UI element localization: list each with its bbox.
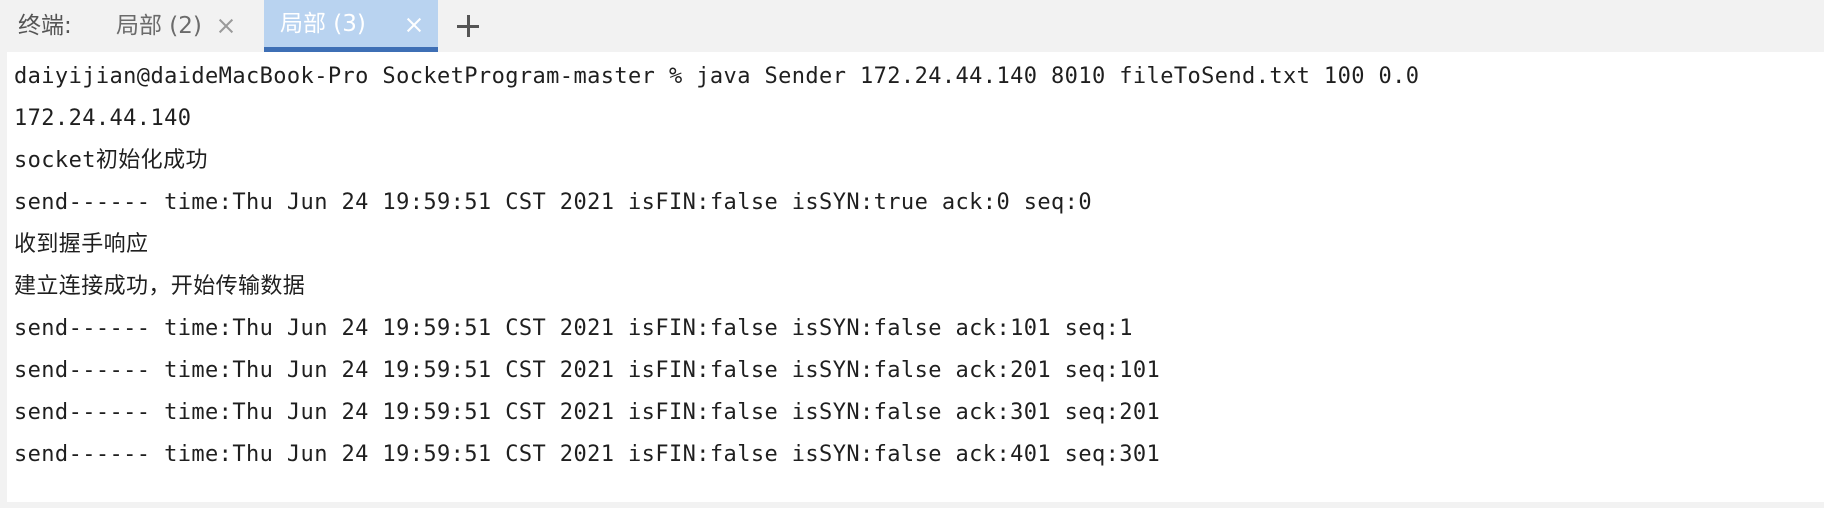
tab-title: 局部 (2) xyxy=(116,13,202,39)
terminal-tab-bar: 终端: 局部 (2) 局部 (3) xyxy=(0,0,1824,52)
terminal-line: send------ time:Thu Jun 24 19:59:51 CST … xyxy=(14,400,1161,425)
terminal-line: 建立连接成功，开始传输数据 xyxy=(14,274,306,299)
tab-title: 局部 (3) xyxy=(280,11,366,37)
tab-local-2[interactable]: 局部 (2) xyxy=(100,0,250,52)
terminal-output[interactable]: daiyijian@daideMacBook-Pro SocketProgram… xyxy=(7,52,1824,502)
close-icon[interactable] xyxy=(404,15,424,35)
close-icon[interactable] xyxy=(216,16,236,36)
terminal-line: 收到握手响应 xyxy=(14,232,149,257)
terminal-line: send------ time:Thu Jun 24 19:59:51 CST … xyxy=(14,442,1161,467)
terminal-line: 172.24.44.140 xyxy=(14,106,192,131)
plus-icon[interactable] xyxy=(456,14,480,38)
tab-local-3[interactable]: 局部 (3) xyxy=(264,0,438,52)
terminal-line: socket初始化成功 xyxy=(14,148,208,173)
terminal-label: 终端: xyxy=(18,13,72,39)
terminal-line: send------ time:Thu Jun 24 19:59:51 CST … xyxy=(14,190,1092,215)
terminal-line: send------ time:Thu Jun 24 19:59:51 CST … xyxy=(14,358,1161,383)
terminal-line: send------ time:Thu Jun 24 19:59:51 CST … xyxy=(14,316,1133,341)
terminal-line: daiyijian@daideMacBook-Pro SocketProgram… xyxy=(14,64,1420,89)
